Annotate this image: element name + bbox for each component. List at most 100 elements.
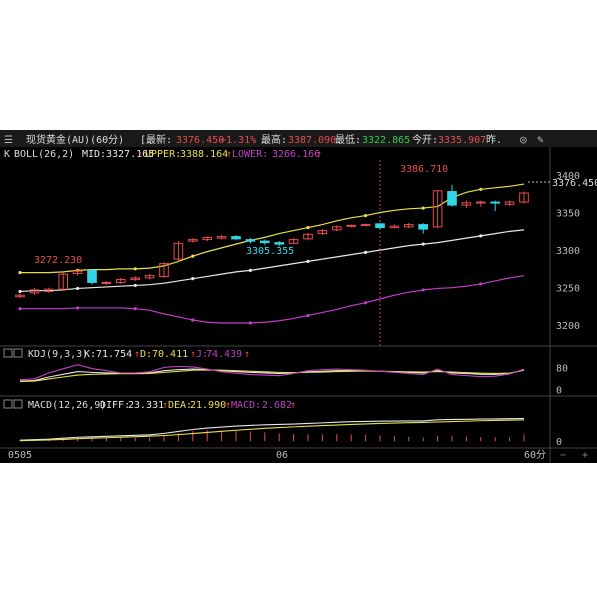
boll-mid-line-dot <box>421 242 425 246</box>
boll-upper-line-dot <box>18 271 22 275</box>
candle-body <box>101 281 112 284</box>
boll-upper-line-dot <box>306 225 310 230</box>
low-marker-label: 3272.230 <box>34 255 82 266</box>
boll-upper: 3388.164 <box>180 149 228 160</box>
macd-legend: MACD(12,26,9) DIFF: 23.331 ↑ DEA: 21.990… <box>3 399 296 411</box>
macd-dea: 21.990 <box>190 400 226 411</box>
y-tick-label: 3250 <box>556 284 580 295</box>
candle-body <box>490 201 501 204</box>
macd-dea-line <box>19 419 525 442</box>
macd-settings-box[interactable] <box>13 399 23 409</box>
boll-mid-line-dot <box>364 250 368 254</box>
boll-mid-label: MID: <box>82 149 106 160</box>
zoom-out-button[interactable]: − <box>560 450 566 461</box>
macd-macd-arrow: ↑ <box>290 400 296 411</box>
kdj-settings-box[interactable] <box>13 348 23 358</box>
k-prefix: K <box>4 149 10 160</box>
boll-mid-line-dot <box>306 259 310 263</box>
macd-collapse-box[interactable] <box>3 399 13 409</box>
boll-mid-line-dot <box>18 289 22 294</box>
macd-y-tick-label: 0 <box>556 437 562 448</box>
change-pct: +1.31% <box>220 135 256 146</box>
macd-diff: 23.331 <box>128 400 164 411</box>
latest-label: 最新: <box>146 133 172 146</box>
y-tick-label: 3400 <box>556 171 580 182</box>
candle-body <box>274 242 285 245</box>
mid-marker-label: 3305.355 <box>246 246 294 257</box>
low-label: 最低: <box>335 133 361 146</box>
boll-lower-line-dot <box>191 318 195 322</box>
header-bar: ☰ 现货黄金(AU)(60分) [ 最新: 3376.450 +1.31% 最高… <box>0 130 597 147</box>
boll-lower-line-dot <box>306 313 310 318</box>
x-label-mid: 06 <box>276 450 288 461</box>
y-tick-label: 3200 <box>556 321 580 332</box>
boll-lower-line-dot <box>18 307 22 311</box>
candle-body <box>346 224 357 227</box>
boll-mid-line-dot <box>248 268 252 272</box>
kdj-d: 70.411 <box>152 349 188 360</box>
x-label-start: 0505 <box>8 450 32 461</box>
boll-lower-arrow: ↑ <box>316 149 322 160</box>
macd-name: MACD(12,26,9) <box>28 400 106 411</box>
instrument-title: 现货黄金(AU)(60分) <box>26 133 124 146</box>
candle-body <box>231 236 241 240</box>
boll-mid-line-dot <box>133 283 137 288</box>
macd-macd: 2.682 <box>262 400 292 411</box>
kdj-collapse-box[interactable] <box>3 348 13 358</box>
boll-upper-line-dot <box>421 206 425 210</box>
boll-legend: K BOLL(26,2) MID: 3327.165 ↑ UPPER: 3388… <box>4 149 322 160</box>
candle-body <box>447 191 457 206</box>
candle-body <box>418 224 429 230</box>
candle-body <box>259 240 270 244</box>
period-label[interactable]: 60分 <box>524 449 546 461</box>
candle-body <box>375 223 385 229</box>
kdj-name: KDJ(9,3,3) <box>28 349 88 360</box>
boll-upper-line-dot <box>364 213 368 218</box>
eye-icon[interactable]: ◎ <box>520 133 527 146</box>
high-value: 3387.090 <box>288 135 336 146</box>
kdj-y-tick-label: 80 <box>556 363 568 374</box>
boll-upper-line-dot <box>133 267 137 271</box>
boll-lower-line-dot <box>133 307 137 311</box>
macd-diff-label: DIFF: <box>100 400 130 411</box>
boll-lower-line-dot <box>364 301 368 305</box>
boll-upper-label: UPPER: <box>145 149 181 160</box>
kdj-j: 74.439 <box>206 349 242 360</box>
boll-upper-line-dot <box>479 187 483 191</box>
kdj-k-label: K: <box>84 349 96 360</box>
boll-lower-line-dot <box>479 282 483 286</box>
macd-dea-label: DEA: <box>168 400 192 411</box>
open-value: 3335.907 <box>438 135 486 146</box>
open-label: 今开: <box>412 133 438 146</box>
boll-lower-line-dot <box>76 306 80 310</box>
candle-body <box>475 201 486 204</box>
chart-window: ☰ 现货黄金(AU)(60分) [ 最新: 3376.450 +1.31% 最高… <box>0 130 597 463</box>
boll-mid-line-dot <box>76 286 80 291</box>
boll-lower-line-dot <box>421 288 425 292</box>
latest-value: 3376.450 <box>176 135 224 146</box>
kdj-y-tick-label: 0 <box>556 385 562 396</box>
kdj-k: 71.754 <box>96 349 132 360</box>
candle-body <box>360 224 371 227</box>
low-value: 3322.865 <box>362 135 410 146</box>
boll-mid-line-dot <box>479 234 483 238</box>
kdj-j-arrow: ↑ <box>244 349 250 360</box>
y-tick-label: 3350 <box>556 209 580 220</box>
zoom-in-button[interactable]: + <box>582 450 588 461</box>
header-tail: 昨. <box>486 134 502 146</box>
boll-upper-line-dot <box>191 254 195 258</box>
chart-canvas[interactable]: ☰ 现货黄金(AU)(60分) [ 最新: 3376.450 +1.31% 最高… <box>0 130 597 463</box>
boll-lower: 3266.166 <box>272 149 320 160</box>
macd-macd-label: MACD: <box>231 400 261 411</box>
boll-name: BOLL(26,2) <box>14 149 74 160</box>
boll-mid-arrow: ↑ <box>137 149 143 160</box>
y-tick-label: 3300 <box>556 246 580 257</box>
boll-mid-line-dot <box>191 277 195 281</box>
list-icon[interactable]: ☰ <box>4 135 13 146</box>
candle-body <box>245 239 256 242</box>
boll-lower-line-dot <box>248 321 252 325</box>
kdj-legend: KDJ(9,3,3) K: 71.754 ↑ D: 70.411 ↑ J: 74… <box>3 348 250 360</box>
boll-lower-label: LOWER: <box>232 149 268 160</box>
pen-icon[interactable]: ✎ <box>537 133 544 146</box>
kdj-d-label: D: <box>140 349 152 360</box>
